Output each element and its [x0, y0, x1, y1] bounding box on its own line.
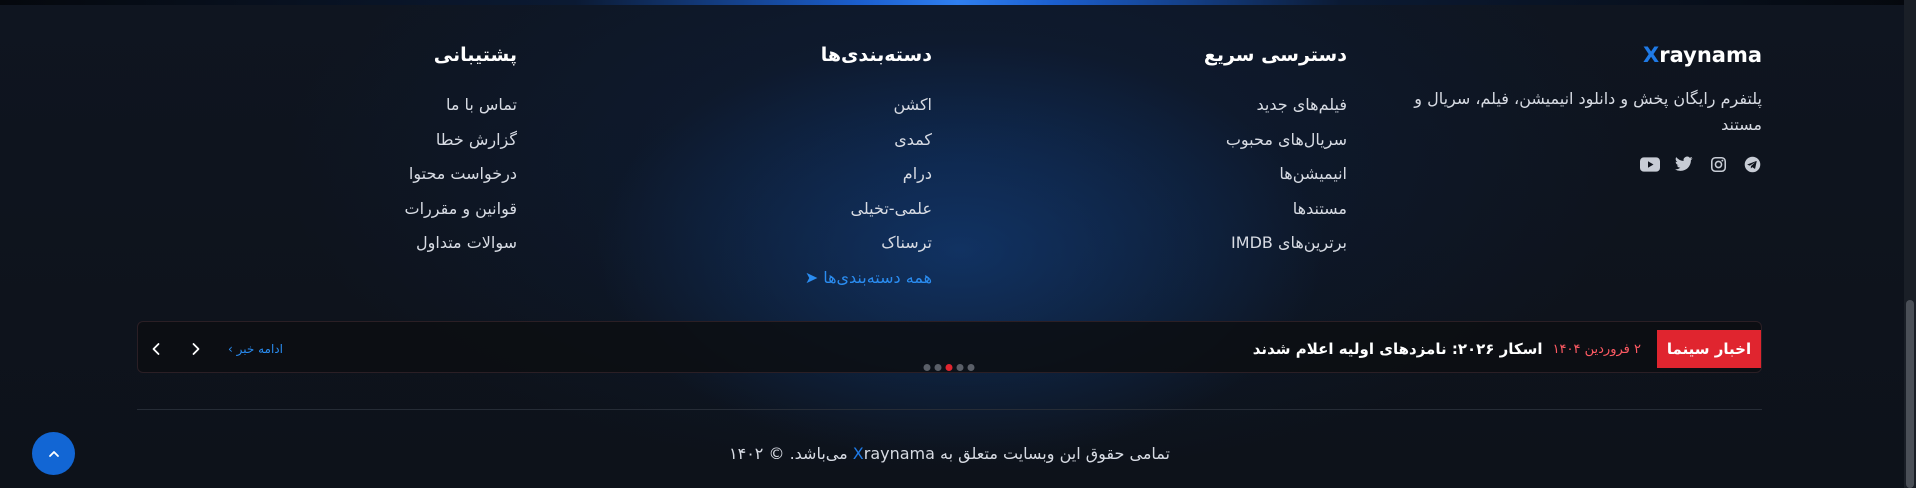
footer-divider [137, 409, 1762, 410]
copyright-brand: Xraynama [852, 444, 935, 463]
quick-link-animations[interactable]: انیمیشن‌ها [1087, 157, 1347, 192]
news-dot[interactable] [934, 364, 941, 371]
footer-brand-column: Xraynama پلتفرم رایگان پخش و دانلود انیم… [1402, 42, 1762, 174]
news-pagination-dots [923, 364, 974, 371]
category-link-drama[interactable]: درام [672, 157, 932, 192]
telegram-icon[interactable] [1742, 154, 1762, 174]
brand-description: پلتفرم رایگان پخش و دانلود انیمیشن، فیلم… [1414, 89, 1762, 134]
logo-x: X [1643, 43, 1660, 67]
copyright-after: می‌باشد. © ۱۴۰۲ [729, 444, 848, 463]
news-ticker: اخبار سینما ۲ فروردین ۱۴۰۴ اسکار ۲۰۲۶: ن… [137, 321, 1762, 373]
hero-bottom-edge [0, 0, 1916, 5]
news-prev-button[interactable] [146, 339, 166, 359]
quick-access-list: فیلم‌های جدید سریال‌های محبوب انیمیشن‌ها… [1087, 88, 1347, 261]
logo-text: raynama [1659, 43, 1762, 67]
news-dot-active[interactable] [945, 364, 952, 371]
support-link-terms[interactable]: قوانین و مقررات [257, 192, 517, 227]
support-link-content-request[interactable]: درخواست محتوا [257, 157, 517, 192]
news-date: ۲ فروردین ۱۴۰۴ [1552, 341, 1641, 357]
news-dot[interactable] [967, 364, 974, 371]
scroll-to-top-button[interactable] [32, 432, 75, 475]
support-link-report-error[interactable]: گزارش خطا [257, 123, 517, 158]
chevron-right-icon [192, 343, 200, 355]
news-title: اسکار ۲۰۲۶: نامزدهای اولیه اعلام شدند [1252, 340, 1543, 358]
news-navigation [146, 330, 206, 368]
support-link-contact[interactable]: تماس با ما [257, 88, 517, 123]
news-headline[interactable]: ۲ فروردین ۱۴۰۴ اسکار ۲۰۲۶: نامزدهای اولی… [1253, 330, 1641, 368]
copyright-text: تمامی حقوق این وبسایت متعلق به Xraynama … [137, 444, 1762, 463]
category-link-horror[interactable]: ترسناک [672, 226, 932, 261]
news-dot[interactable] [956, 364, 963, 371]
quick-access-title: دسترسی سریع [1203, 44, 1347, 66]
quick-link-imdb-top[interactable]: برترین‌های IMDB [1087, 226, 1347, 261]
chevron-left-icon [152, 343, 160, 355]
quick-link-new-movies[interactable]: فیلم‌های جدید [1087, 88, 1347, 123]
youtube-icon[interactable] [1640, 154, 1660, 174]
footer-support-column: پشتیبانی تماس با ما گزارش خطا درخواست مح… [257, 42, 517, 261]
footer-categories-column: دسته‌بندی‌ها اکشن کمدی درام علمی-تخیلی ت… [672, 42, 932, 295]
categories-title: دسته‌بندی‌ها [820, 44, 932, 66]
page-scrollbar[interactable] [1904, 0, 1916, 488]
news-read-more-link[interactable]: ادامه خبر › [228, 330, 283, 368]
categories-list: اکشن کمدی درام علمی-تخیلی ترسناک همه دست… [672, 88, 932, 295]
twitter-icon[interactable] [1674, 154, 1694, 174]
news-dot[interactable] [923, 364, 930, 371]
quick-link-documentaries[interactable]: مستندها [1087, 192, 1347, 227]
support-title: پشتیبانی [433, 44, 517, 66]
chevron-up-icon [48, 450, 59, 457]
scrollbar-thumb[interactable] [1906, 300, 1914, 488]
footer-columns: Xraynama پلتفرم رایگان پخش و دانلود انیم… [137, 42, 1762, 292]
site-logo[interactable]: Xraynama [1402, 42, 1762, 68]
quick-link-popular-series[interactable]: سریال‌های محبوب [1087, 123, 1347, 158]
copyright-before: تمامی حقوق این وبسایت متعلق به [940, 444, 1170, 463]
news-label-badge: اخبار سینما [1657, 330, 1761, 368]
category-link-action[interactable]: اکشن [672, 88, 932, 123]
category-link-scifi[interactable]: علمی-تخیلی [672, 192, 932, 227]
instagram-icon[interactable] [1708, 154, 1728, 174]
all-categories-link[interactable]: همه دسته‌بندی‌ها ➤ [672, 261, 932, 296]
support-link-faq[interactable]: سوالات متداول [257, 226, 517, 261]
social-links [1402, 154, 1762, 174]
support-list: تماس با ما گزارش خطا درخواست محتوا قوانی… [257, 88, 517, 261]
news-next-button[interactable] [186, 339, 206, 359]
category-link-comedy[interactable]: کمدی [672, 123, 932, 158]
footer-quick-access-column: دسترسی سریع فیلم‌های جدید سریال‌های محبو… [1087, 42, 1347, 261]
